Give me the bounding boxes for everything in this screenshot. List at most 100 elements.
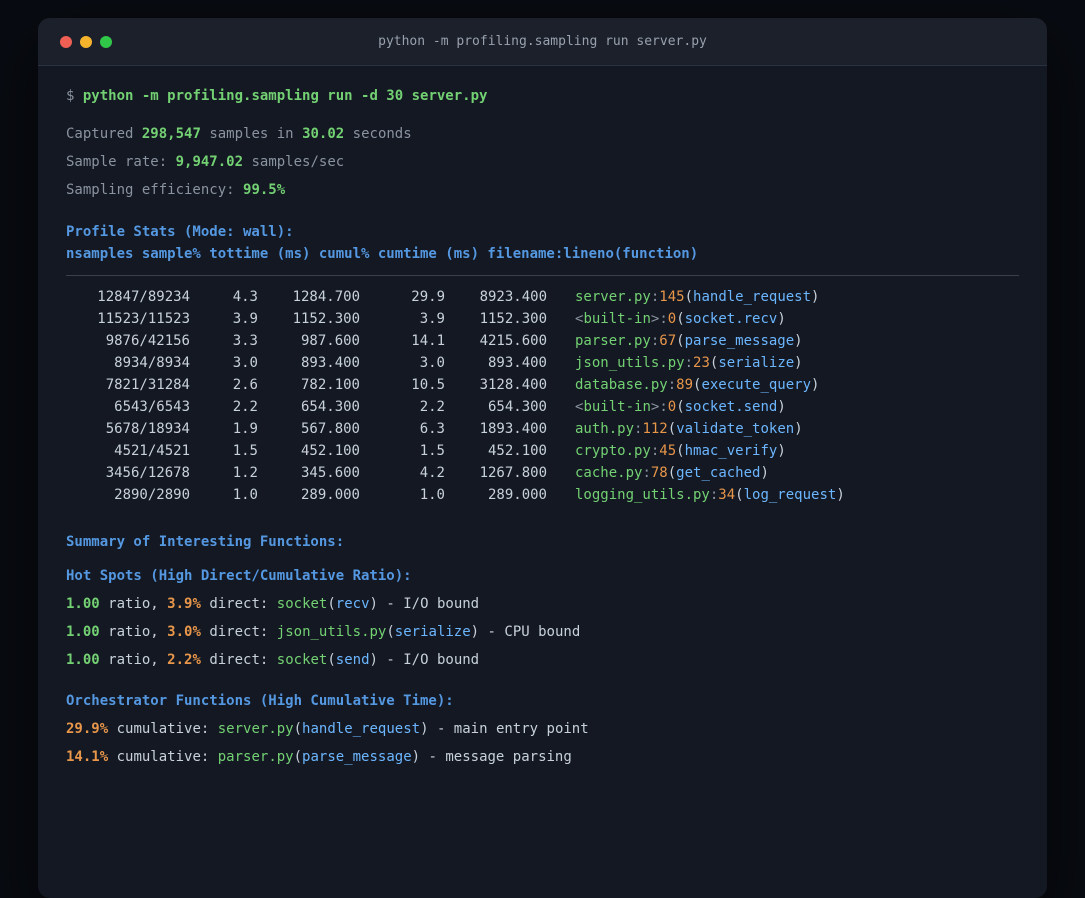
rate-label: Sample rate: — [66, 154, 168, 170]
direct-pct: 3.0% — [167, 624, 201, 640]
paren-open: ( — [327, 596, 336, 612]
titlebar[interactable]: python -m profiling.sampling run server.… — [38, 18, 1047, 66]
cell-cumul-pct: 6.3 — [419, 421, 445, 437]
table-row: 7821/31284 2.6 782.100 10.5 3128.400 dat… — [66, 374, 1019, 396]
lineno: 34 — [718, 487, 736, 503]
samples-in-label: samples in — [209, 126, 294, 142]
cell-sample-pct: 3.0 — [232, 355, 258, 371]
captured-line: Captured 298,547 samples in 30.02 second… — [66, 123, 1019, 145]
cell-nsamples: 12847/89234 — [97, 289, 190, 305]
paren-open: ( — [735, 487, 744, 503]
colon-token: : — [659, 399, 668, 415]
role-note: - main entry point — [436, 721, 589, 737]
minimize-button[interactable] — [80, 35, 92, 48]
profile-stats-title: Profile Stats (Mode: wall): — [66, 224, 294, 240]
cell-cumul-pct: 14.1 — [411, 333, 445, 349]
function-name: serialize — [394, 624, 471, 640]
filename: built-in — [583, 311, 651, 327]
paren-open: ( — [667, 421, 677, 437]
lineno: 0 — [667, 399, 677, 415]
close-button[interactable] — [60, 35, 72, 48]
sample-rate-line: Sample rate: 9,947.02 samples/sec — [66, 151, 1019, 173]
cell-cumtime: 654.300 — [487, 399, 547, 415]
ratio-word: ratio, — [108, 596, 159, 612]
efficiency-value: 99.5% — [243, 182, 286, 198]
cell-cumtime: 3128.400 — [479, 377, 547, 393]
hot-spot-row: 1.00 ratio, 3.9% direct: socket(recv) - … — [66, 593, 1019, 615]
paren-open: ( — [676, 311, 685, 327]
cell-cumul-pct: 3.9 — [419, 311, 445, 327]
cell-location: cache.py:78(get_cached) — [575, 462, 769, 484]
lineno: 45 — [659, 443, 677, 459]
cell-sample-pct: 3.3 — [232, 333, 258, 349]
filename: json_utils.py — [575, 355, 685, 371]
hot-spot-location: json_utils.py(serialize) — [277, 624, 479, 640]
cell-cumul-pct: 10.5 — [411, 377, 445, 393]
cell-cumul-pct: 2.2 — [419, 399, 445, 415]
ratio-word: ratio, — [108, 624, 159, 640]
captured-label: Captured — [66, 126, 134, 142]
orchestrator-row: 29.9% cumulative: server.py(handle_reque… — [66, 718, 1019, 740]
window-title: python -m profiling.sampling run server.… — [378, 34, 707, 49]
table-row: 11523/11523 3.9 1152.300 3.9 1152.300 <b… — [66, 308, 1019, 330]
ratio-value: 1.00 — [66, 596, 100, 612]
cell-cumtime: 1267.800 — [479, 465, 547, 481]
cell-tottime: 893.400 — [300, 355, 360, 371]
cell-tottime: 452.100 — [300, 443, 360, 459]
cell-cumtime: 289.000 — [487, 487, 547, 503]
role-note: - message parsing — [428, 749, 572, 765]
cell-location: logging_utils.py:34(log_request) — [575, 484, 845, 506]
hot-spot-location: socket(recv) — [277, 596, 378, 612]
cell-tottime: 567.800 — [300, 421, 360, 437]
cumulative-pct: 14.1% — [66, 749, 109, 765]
function-name: execute_query — [701, 377, 812, 393]
table-row: 4521/4521 1.5 452.100 1.5 452.100 crypto… — [66, 440, 1019, 462]
lineno: 89 — [676, 377, 694, 393]
direct-pct: 2.2% — [167, 652, 201, 668]
paren-close: ) — [411, 749, 421, 765]
cell-location: auth.py:112(validate_token) — [575, 418, 803, 440]
lineno: 67 — [659, 333, 677, 349]
efficiency-line: Sampling efficiency: 99.5% — [66, 179, 1019, 201]
filename: database.py — [575, 377, 668, 393]
direct-pct: 3.9% — [167, 596, 201, 612]
cell-cumtime: 1893.400 — [479, 421, 547, 437]
cell-cumtime: 8923.400 — [479, 289, 547, 305]
cell-sample-pct: 1.0 — [232, 487, 258, 503]
paren-close: ) — [369, 652, 378, 668]
cell-tottime: 987.600 — [300, 333, 360, 349]
paren-close: ) — [811, 289, 820, 305]
cell-sample-pct: 2.2 — [232, 399, 258, 415]
rate-unit: samples/sec — [251, 154, 345, 170]
paren-close: ) — [777, 443, 786, 459]
samples-count: 298,547 — [141, 126, 201, 142]
function-name: parse_message — [684, 333, 795, 349]
cell-nsamples: 2890/2890 — [114, 487, 190, 503]
filename: logging_utils.py — [575, 487, 710, 503]
profile-table: 12847/89234 4.3 1284.700 29.9 8923.400 s… — [66, 286, 1019, 506]
cell-tottime: 782.100 — [300, 377, 360, 393]
filename: socket — [276, 596, 328, 612]
filename: json_utils.py — [276, 624, 387, 640]
cell-nsamples: 7821/31284 — [105, 377, 190, 393]
ratio-value: 1.00 — [66, 652, 100, 668]
bound-note: - I/O bound — [386, 652, 480, 668]
cell-location: crypto.py:45(hmac_verify) — [575, 440, 786, 462]
bound-note: - CPU bound — [487, 624, 581, 640]
lineno: 112 — [642, 421, 668, 437]
efficiency-label: Sampling efficiency: — [66, 182, 235, 198]
cell-cumul-pct: 4.2 — [419, 465, 445, 481]
cell-cumtime: 452.100 — [487, 443, 547, 459]
cell-cumtime: 893.400 — [487, 355, 547, 371]
paren-close: ) — [794, 333, 803, 349]
maximize-button[interactable] — [100, 35, 112, 48]
ratio-word: ratio, — [108, 652, 159, 668]
function-name: serialize — [718, 355, 795, 371]
orchestrator-list: 29.9% cumulative: server.py(handle_reque… — [66, 718, 1019, 768]
table-row: 6543/6543 2.2 654.300 2.2 654.300 <built… — [66, 396, 1019, 418]
hot-spots-list: 1.00 ratio, 3.9% direct: socket(recv) - … — [66, 593, 1019, 671]
table-row: 8934/8934 3.0 893.400 3.0 893.400 json_u… — [66, 352, 1019, 374]
paren-close: ) — [470, 624, 480, 640]
function-name: validate_token — [676, 421, 795, 437]
filename: server.py — [217, 721, 294, 737]
